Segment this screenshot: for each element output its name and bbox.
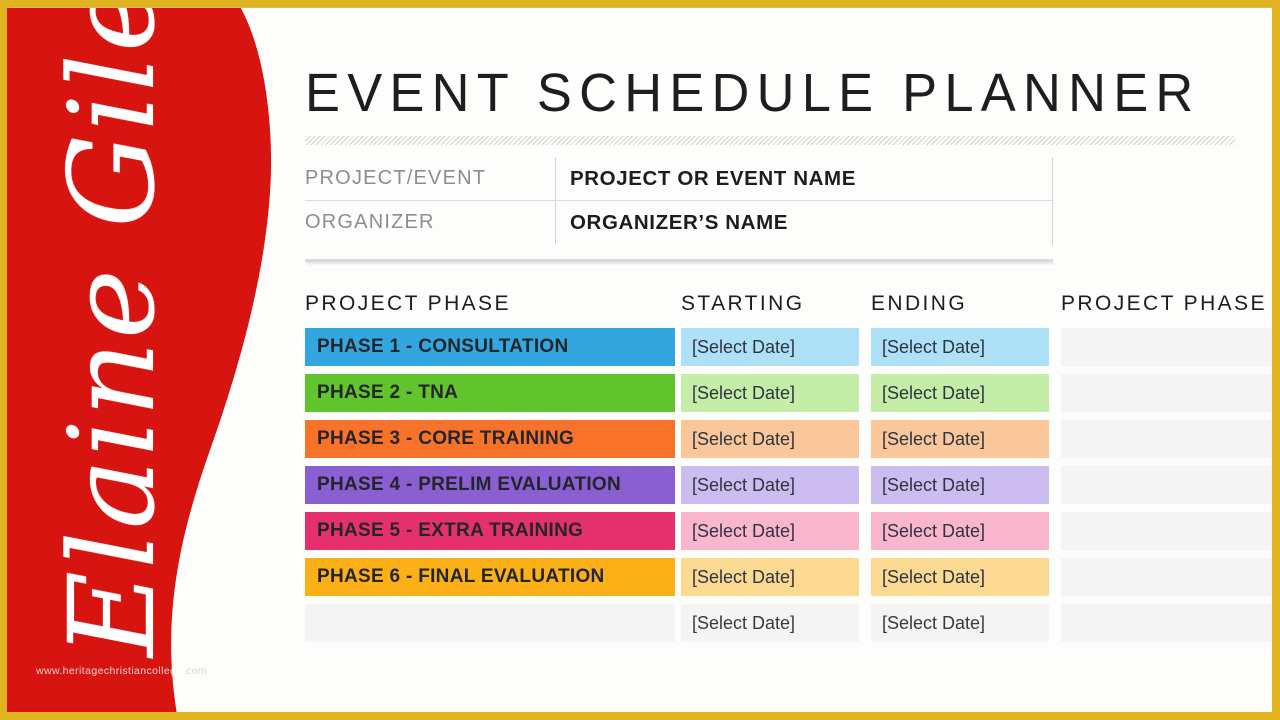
header-starting: STARTING xyxy=(681,292,805,315)
ending-date-cell[interactable]: [Select Date] xyxy=(871,466,1049,504)
schedule-header-row: PROJECT PHASE STARTING ENDING PROJECT PH… xyxy=(305,292,1280,328)
phase-cell[interactable]: PHASE 3 - CORE TRAINING xyxy=(305,420,675,458)
right-phase-cell[interactable] xyxy=(1061,558,1280,596)
title-hatched-divider xyxy=(305,136,1235,145)
right-phase-cell[interactable] xyxy=(1061,512,1280,550)
header-ending: ENDING xyxy=(871,292,968,315)
ending-date-cell[interactable]: [Select Date] xyxy=(871,328,1049,366)
table-row: PHASE 1 - CONSULTATION [Select Date] [Sele… xyxy=(305,328,1280,374)
schedule-table: PROJECT PHASE STARTING ENDING PROJECT PH… xyxy=(305,292,1280,650)
info-value-project-event[interactable]: PROJECT OR EVENT NAME xyxy=(556,167,856,191)
ending-date-cell[interactable]: [Select Date] xyxy=(871,512,1049,550)
table-row: PHASE 3 - CORE TRAINING [Select Date] [Sel… xyxy=(305,420,1280,466)
ending-date-cell[interactable]: [Select Date] xyxy=(871,420,1049,458)
info-value-organizer[interactable]: ORGANIZER’S NAME xyxy=(556,211,788,235)
sidebar-red-shape xyxy=(0,0,300,720)
info-label-organizer: ORGANIZER xyxy=(305,211,435,233)
table-row: PHASE 5 - EXTRA TRAINING [Select Date] [Se… xyxy=(305,512,1280,558)
info-right-divider xyxy=(1052,157,1053,245)
phase-cell[interactable] xyxy=(305,604,675,642)
main-content: EVENT SCHEDULE PLANNER PROJECT/EVENT PRO… xyxy=(305,0,1280,720)
ending-date-cell[interactable]: [Select Date] xyxy=(871,604,1049,642)
starting-date-cell[interactable]: [Select Date] xyxy=(681,374,859,412)
phase-cell[interactable]: PHASE 6 - FINAL EVALUATION xyxy=(305,558,675,596)
table-row: [Select Date] [Select Date] xyxy=(305,604,1280,650)
right-phase-cell[interactable] xyxy=(1061,374,1280,412)
starting-date-cell[interactable]: [Select Date] xyxy=(681,558,859,596)
starting-date-cell[interactable]: [Select Date] xyxy=(681,512,859,550)
info-row-organizer: ORGANIZER ORGANIZER’S NAME xyxy=(305,201,1053,244)
info-label-project-event: PROJECT/EVENT xyxy=(305,167,487,189)
table-row: PHASE 6 - FINAL EVALUATION [Select Date][… xyxy=(305,558,1280,604)
ending-date-cell[interactable]: [Select Date] xyxy=(871,374,1049,412)
info-row-project-event: PROJECT/EVENT PROJECT OR EVENT NAME xyxy=(305,157,1053,201)
right-phase-cell[interactable] xyxy=(1061,466,1280,504)
phase-cell[interactable]: PHASE 1 - CONSULTATION xyxy=(305,328,675,366)
phase-cell[interactable]: PHASE 4 - PRELIM EVALUATION xyxy=(305,466,675,504)
header-project-phase-right: PROJECT PHASE xyxy=(1061,292,1267,315)
right-phase-cell[interactable] xyxy=(1061,328,1280,366)
table-row: PHASE 2 - TNA [Select Date] [Select Date] xyxy=(305,374,1280,420)
phase-cell[interactable]: PHASE 5 - EXTRA TRAINING xyxy=(305,512,675,550)
starting-date-cell[interactable]: [Select Date] xyxy=(681,328,859,366)
right-phase-cell[interactable] xyxy=(1061,604,1280,642)
slide-canvas: Elaine Giles www.heritagechristiancolleg… xyxy=(0,0,1280,720)
info-bottom-rule xyxy=(305,259,1055,266)
project-info-table: PROJECT/EVENT PROJECT OR EVENT NAME ORGA… xyxy=(305,157,1053,244)
phase-cell[interactable]: PHASE 2 - TNA xyxy=(305,374,675,412)
right-phase-cell[interactable] xyxy=(1061,420,1280,458)
page-title: EVENT SCHEDULE PLANNER xyxy=(305,63,1201,123)
starting-date-cell[interactable]: [Select Date] xyxy=(681,604,859,642)
starting-date-cell[interactable]: [Select Date] xyxy=(681,420,859,458)
header-project-phase: PROJECT PHASE xyxy=(305,292,511,315)
table-row: PHASE 4 - PRELIM EVALUATION [Select Date]… xyxy=(305,466,1280,512)
schedule-rows: PHASE 1 - CONSULTATION [Select Date] [Sele… xyxy=(305,328,1280,650)
starting-date-cell[interactable]: [Select Date] xyxy=(681,466,859,504)
ending-date-cell[interactable]: [Select Date] xyxy=(871,558,1049,596)
